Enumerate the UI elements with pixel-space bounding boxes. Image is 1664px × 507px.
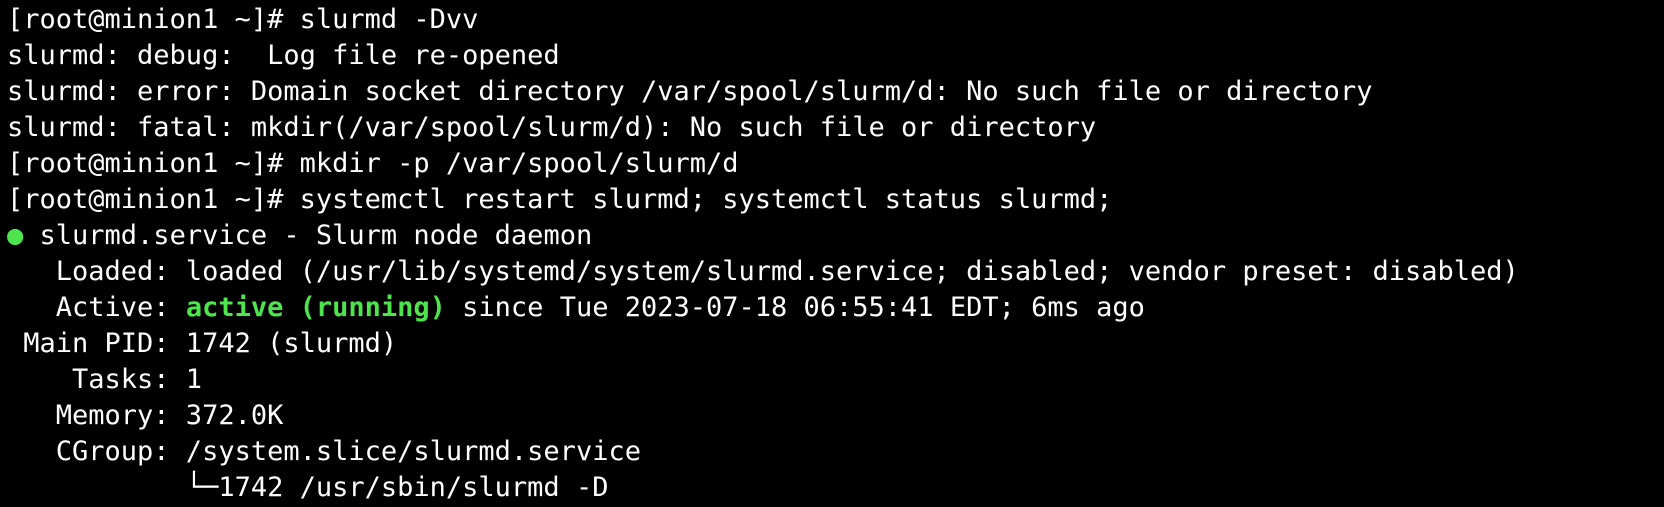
terminal-line-prompt-slurmd: [root@minion1 ~]# slurmd -Dvv <box>7 4 479 35</box>
cgroup-process: 1742 /usr/sbin/slurmd -D <box>218 472 609 503</box>
service-loaded-line: Loaded: loaded (/usr/lib/systemd/system/… <box>7 256 1519 287</box>
service-title: slurmd.service - Slurm node daemon <box>23 220 593 251</box>
service-tasks-line: Tasks: 1 <box>7 364 203 395</box>
terminal-line-prompt-systemctl: [root@minion1 ~]# systemctl restart slur… <box>7 184 1113 215</box>
terminal-line-prompt-mkdir: [root@minion1 ~]# mkdir -p /var/spool/sl… <box>7 148 739 179</box>
active-label: Active: <box>7 292 186 323</box>
service-main-pid-line: Main PID: 1742 (slurmd) <box>7 328 398 359</box>
terminal-line-error: slurmd: error: Domain socket directory /… <box>7 76 1373 107</box>
status-dot-icon: ● <box>7 220 24 251</box>
tree-branch-icon: └─ <box>185 472 219 503</box>
active-since: since Tue 2023-07-18 06:55:41 EDT; 6ms a… <box>445 292 1145 323</box>
service-cgroup-line: CGroup: /system.slice/slurmd.service <box>7 436 641 467</box>
terminal-window[interactable]: [root@minion1 ~]# slurmd -Dvv slurmd: de… <box>0 0 1664 507</box>
active-state: active (running) <box>185 292 446 323</box>
cgroup-indent <box>7 472 186 503</box>
service-title-line: ● slurmd.service - Slurm node daemon <box>7 218 1664 254</box>
service-memory-line: Memory: 372.0K <box>7 400 284 431</box>
service-active-line: Active: active (running) since Tue 2023-… <box>7 290 1664 326</box>
terminal-line-debug: slurmd: debug: Log file re-opened <box>7 40 560 71</box>
service-cgroup-process-line: └─1742 /usr/sbin/slurmd -D <box>7 470 1664 506</box>
terminal-line-fatal: slurmd: fatal: mkdir(/var/spool/slurm/d)… <box>7 112 1097 143</box>
